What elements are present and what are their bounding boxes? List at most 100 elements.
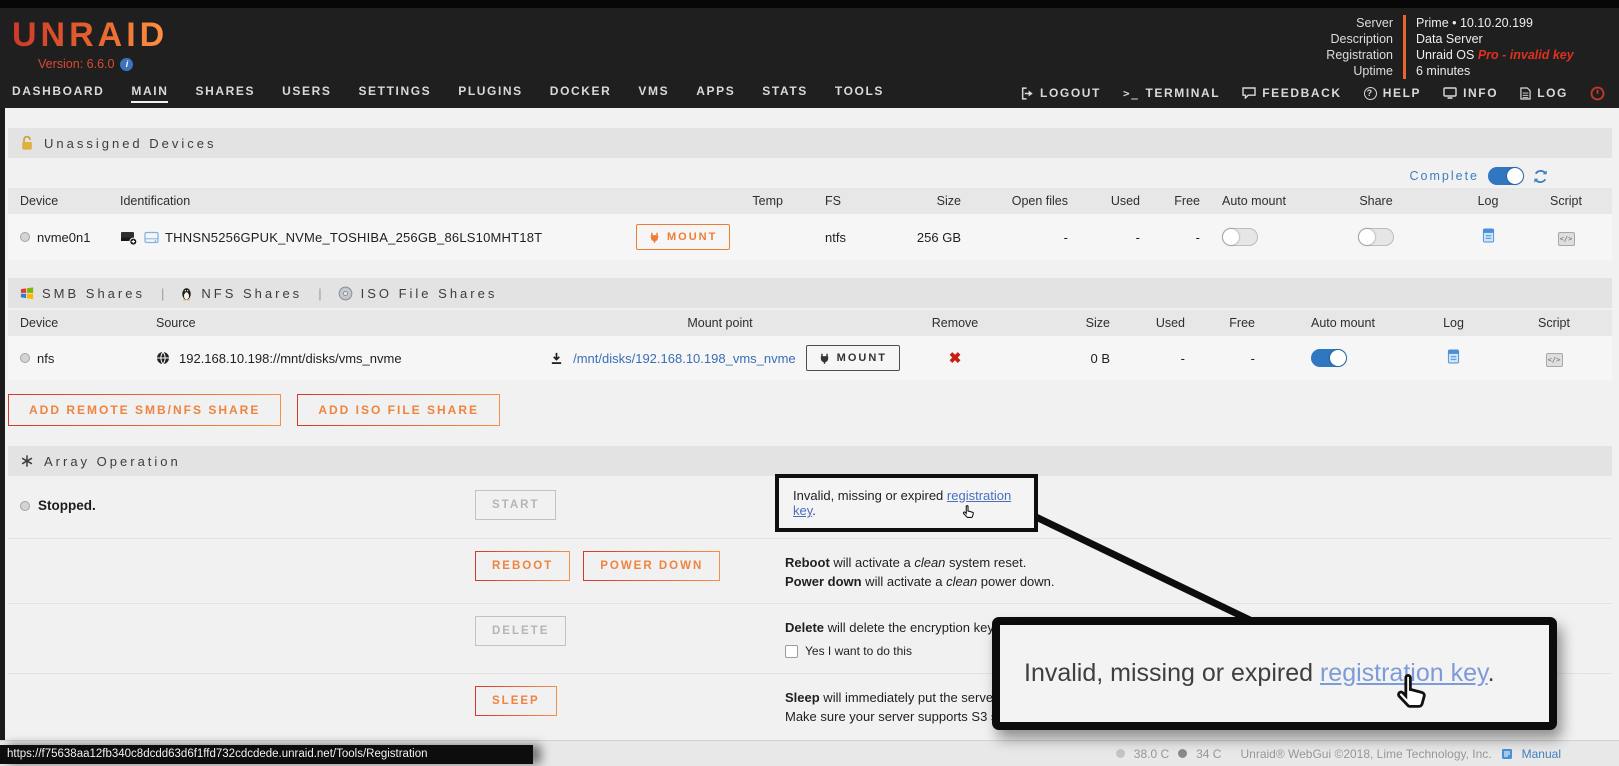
script-icon[interactable]: </> xyxy=(1558,232,1575,246)
reboot-button[interactable]: REBOOT xyxy=(475,551,570,581)
tab-smb-shares[interactable]: SMB Shares xyxy=(20,286,145,301)
sleep-note-bold: Sleep xyxy=(785,690,820,705)
device-status-icon xyxy=(20,353,30,363)
nav-users[interactable]: USERS xyxy=(282,84,331,103)
nav-plugins[interactable]: PLUGINS xyxy=(458,84,523,103)
sleep-button[interactable]: SLEEP xyxy=(475,686,557,716)
delete-confirm-checkbox[interactable] xyxy=(785,645,798,658)
iso-file-shares-label: ISO File Shares xyxy=(361,286,498,301)
unraid-webgui-screen: { "header": { "logo": "UNRAID", "version… xyxy=(0,0,1619,766)
free-cell: - xyxy=(1140,230,1200,245)
script-icon[interactable]: </> xyxy=(1546,353,1563,367)
feedback-icon xyxy=(1242,87,1256,99)
refresh-icon[interactable] xyxy=(1533,169,1548,184)
brand-block: UNRAID Version: 6.6.0 i xyxy=(12,8,168,80)
drive-icon xyxy=(120,229,138,246)
log-file-icon[interactable] xyxy=(1482,228,1495,243)
power-down-button[interactable]: POWER DOWN xyxy=(583,551,720,581)
open-files-cell: - xyxy=(961,230,1068,245)
unassigned-device-row: nvme0n1 THNSN5256GPUK_NVMe_TOSHIBA_256GB… xyxy=(8,214,1612,260)
window-top-border xyxy=(0,0,1619,8)
nav-shares[interactable]: SHARES xyxy=(195,84,255,103)
help-label: HELP xyxy=(1383,86,1421,100)
delete-button[interactable]: DELETE xyxy=(475,616,566,646)
nav-apps[interactable]: APPS xyxy=(696,84,735,103)
col-script: Script xyxy=(1534,194,1598,208)
footer-copyright: Unraid® WebGui ©2018, Lime Technology, I… xyxy=(1240,747,1491,761)
log-file-icon[interactable] xyxy=(1447,349,1460,364)
unassigned-table-header: Device Identification Temp FS Size Open … xyxy=(8,188,1612,214)
drive-outline-icon xyxy=(144,231,159,244)
log-cell xyxy=(1385,349,1522,367)
spacer xyxy=(8,686,475,694)
col-fs: FS xyxy=(783,194,883,208)
nav-vms[interactable]: VMS xyxy=(638,84,669,103)
registration-invalid-key: Pro - invalid key xyxy=(1478,48,1574,62)
info-button[interactable]: INFO xyxy=(1443,86,1498,100)
share-mount-button[interactable]: MOUNT xyxy=(806,345,900,371)
tux-icon xyxy=(180,286,193,301)
col-device: Device xyxy=(8,316,120,330)
log-button[interactable]: LOG xyxy=(1520,86,1568,100)
power-alert-button[interactable] xyxy=(1590,86,1605,101)
nav-tools[interactable]: TOOLS xyxy=(835,84,884,103)
manual-link[interactable]: Manual xyxy=(1522,747,1561,761)
logout-button[interactable]: LOGOUT xyxy=(1021,86,1101,100)
device-identification[interactable]: THNSN5256GPUK_NVMe_TOSHIBA_256GB_86LS10M… xyxy=(165,230,542,245)
complete-label[interactable]: Complete xyxy=(1410,169,1480,183)
start-button[interactable]: START xyxy=(475,490,556,520)
mount-point-link[interactable]: /mnt/disks/192.168.10.198_vms_nvme xyxy=(573,351,796,366)
callout-suffix: . xyxy=(1488,659,1495,687)
complete-toggle[interactable] xyxy=(1488,167,1524,185)
share-toggle[interactable] xyxy=(1358,228,1394,246)
smb-shares-label: SMB Shares xyxy=(42,286,145,301)
delete-confirm-label: Yes I want to do this xyxy=(805,642,912,661)
nav-main[interactable]: MAIN xyxy=(131,84,168,103)
asterisk-icon xyxy=(20,454,34,468)
window-left-border xyxy=(0,108,5,742)
add-iso-file-share-button[interactable]: ADD ISO FILE SHARE xyxy=(297,394,500,426)
uptime-info-row: Uptime 6 minutes xyxy=(1313,63,1603,79)
col-remove: Remove xyxy=(900,316,1010,330)
auto-mount-toggle[interactable] xyxy=(1311,349,1347,367)
col-free: Free xyxy=(1185,316,1255,330)
disc-icon xyxy=(338,286,353,301)
auto-mount-toggle[interactable] xyxy=(1222,228,1258,246)
terminal-icon: >_ xyxy=(1123,87,1139,100)
nav-dashboard[interactable]: DASHBOARD xyxy=(12,84,104,103)
version-info-icon[interactable]: i xyxy=(120,58,133,71)
terminal-button[interactable]: >_ TERMINAL xyxy=(1123,86,1220,100)
free-cell: - xyxy=(1185,351,1255,366)
nav-stats[interactable]: STATS xyxy=(762,84,808,103)
server-info-row: Server Prime • 10.10.20.199 xyxy=(1313,15,1603,31)
nav-docker[interactable]: DOCKER xyxy=(550,84,612,103)
remove-icon[interactable]: ✖ xyxy=(949,350,962,367)
nav-settings[interactable]: SETTINGS xyxy=(358,84,431,103)
mount-icon xyxy=(649,232,660,243)
unraid-logo: UNRAID xyxy=(12,16,168,55)
registration-note-text: Invalid, missing or expired registration… xyxy=(793,488,1034,518)
info-label: INFO xyxy=(1463,86,1498,100)
monitor-icon xyxy=(1443,87,1457,99)
tab-nfs-shares[interactable]: NFS Shares xyxy=(180,286,302,301)
device-name[interactable]: nvme0n1 xyxy=(37,230,90,245)
feedback-button[interactable]: FEEDBACK xyxy=(1242,86,1341,100)
share-device-name[interactable]: nfs xyxy=(37,351,54,366)
tab-iso-file-shares[interactable]: ISO File Shares xyxy=(338,286,498,301)
fs-cell: ntfs xyxy=(783,230,883,245)
nfs-shares-label: NFS Shares xyxy=(201,286,302,301)
col-source: Source xyxy=(120,316,540,330)
nav-tabs: DASHBOARD MAIN SHARES USERS SETTINGS PLU… xyxy=(12,84,884,103)
section-file-shares: SMB Shares | NFS Shares | ISO File Share… xyxy=(8,278,1612,308)
mount-icon xyxy=(819,353,830,364)
registration-label: Registration xyxy=(1313,47,1403,63)
col-device: Device xyxy=(8,194,120,208)
array-row-reboot: REBOOT POWER DOWN Reboot will activate a… xyxy=(8,538,1612,603)
hand-cursor-icon xyxy=(1392,671,1434,713)
download-icon xyxy=(550,352,563,365)
mount-button[interactable]: MOUNT xyxy=(636,224,730,250)
spacer xyxy=(8,551,475,559)
add-remote-smb-nfs-share-button[interactable]: ADD REMOTE SMB/NFS SHARE xyxy=(8,394,281,426)
help-button[interactable]: ? HELP xyxy=(1364,86,1421,100)
auto-mount-cell xyxy=(1200,228,1310,246)
